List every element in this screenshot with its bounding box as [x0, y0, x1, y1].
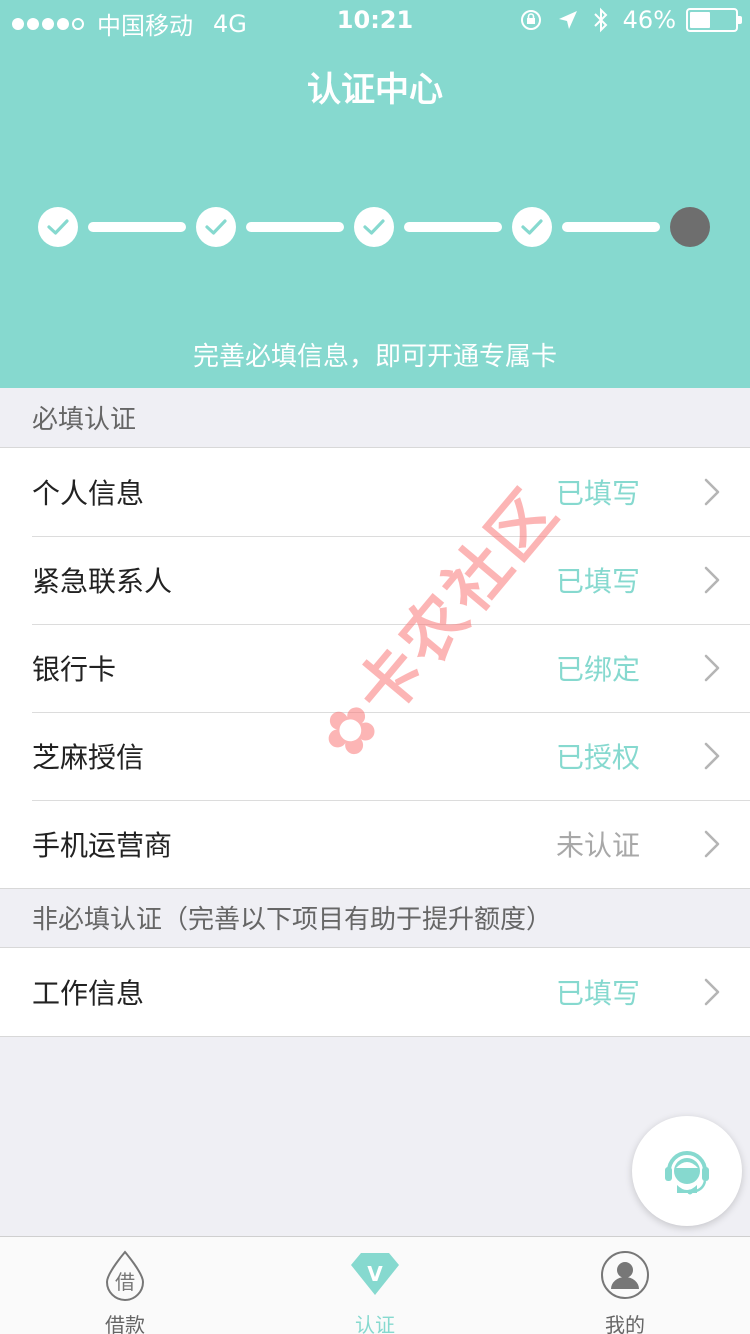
list-item[interactable]: 紧急联系人 已填写 — [0, 536, 750, 624]
required-list: 个人信息 已填写 紧急联系人 已填写 银行卡 已绑定 芝麻授信 已授权 手机运营商 未认证 — [0, 448, 750, 889]
step-connector — [88, 222, 186, 232]
step-connector — [246, 222, 344, 232]
bluetooth-icon — [593, 7, 609, 33]
tab-loan-label: 借款 — [105, 1313, 145, 1334]
header: 中国移动 4G 10:21 46% 认证中心 完善必填信息，即可开通专属卡 — [0, 0, 750, 388]
list-item[interactable]: 个人信息 已填写 — [0, 448, 750, 536]
status-bar: 中国移动 4G 10:21 46% — [0, 0, 750, 40]
check-icon — [205, 219, 227, 235]
list-item-status: 已绑定 — [555, 653, 640, 686]
chevron-right-icon — [704, 566, 720, 594]
required-section-header: 必填认证 — [0, 388, 750, 448]
header-subtitle: 完善必填信息，即可开通专属卡 — [192, 342, 557, 372]
profile-icon — [601, 1251, 649, 1299]
list-item-status: 已授权 — [555, 741, 640, 774]
verify-icon-glyph: V — [367, 1262, 383, 1286]
step-completed — [38, 207, 78, 247]
step-connector — [404, 222, 502, 232]
list-item-status: 已填写 — [555, 565, 640, 598]
list-item-status: 已填写 — [555, 477, 640, 510]
list-item[interactable]: 工作信息 已填写 — [0, 948, 750, 1036]
tab-profile-label: 我的 — [605, 1313, 645, 1334]
headset-agent-icon — [665, 1151, 709, 1195]
list-item-label: 紧急联系人 — [32, 565, 173, 598]
optional-section-title: 非必填认证（完善以下项目有助于提升额度） — [32, 905, 553, 935]
chevron-right-icon — [704, 742, 720, 770]
check-icon — [47, 219, 69, 235]
status-right: 46% — [505, 6, 742, 34]
chevron-right-icon — [704, 978, 720, 1006]
step-connector — [562, 222, 660, 232]
tab-loan[interactable]: 借 借款 — [0, 1237, 250, 1334]
list-item[interactable]: 银行卡 已绑定 — [0, 624, 750, 712]
battery-percent: 46% — [622, 6, 676, 34]
rotation-lock-icon — [519, 8, 543, 32]
loan-icon-glyph: 借 — [115, 1270, 135, 1294]
progress-steps — [38, 207, 710, 247]
location-arrow-icon — [557, 9, 579, 31]
chevron-right-icon — [704, 478, 720, 506]
tab-bar: 借 借款 V 认证 我的 — [0, 1236, 750, 1334]
check-icon — [363, 219, 385, 235]
optional-list: 工作信息 已填写 — [0, 948, 750, 1037]
tab-verify-label: 认证 — [355, 1313, 395, 1334]
step-completed — [512, 207, 552, 247]
loan-drop-icon: 借 — [105, 1250, 145, 1301]
list-item-label: 银行卡 — [32, 653, 117, 686]
check-icon — [521, 219, 543, 235]
step-completed — [354, 207, 394, 247]
list-item[interactable]: 手机运营商 未认证 — [0, 800, 750, 888]
list-item-label: 芝麻授信 — [32, 741, 145, 774]
battery-icon — [686, 8, 742, 32]
list-item-label: 手机运营商 — [32, 829, 173, 862]
step-pending — [670, 207, 710, 247]
chevron-right-icon — [704, 830, 720, 858]
list-item-label: 个人信息 — [32, 477, 145, 510]
customer-service-button[interactable] — [632, 1116, 742, 1226]
list-item-label: 工作信息 — [32, 977, 145, 1010]
page-title: 认证中心 — [307, 70, 443, 110]
battery-level — [690, 12, 710, 28]
list-item-status: 已填写 — [555, 977, 640, 1010]
verify-diamond-icon: V — [351, 1253, 399, 1295]
tab-profile[interactable]: 我的 — [500, 1237, 750, 1334]
chevron-right-icon — [704, 654, 720, 682]
list-item-status: 未认证 — [555, 829, 640, 862]
list-item[interactable]: 芝麻授信 已授权 — [0, 712, 750, 800]
required-section-title: 必填认证 — [32, 405, 137, 435]
step-completed — [196, 207, 236, 247]
tab-verify[interactable]: V 认证 — [250, 1237, 500, 1334]
optional-section-header: 非必填认证（完善以下项目有助于提升额度） — [0, 888, 750, 948]
